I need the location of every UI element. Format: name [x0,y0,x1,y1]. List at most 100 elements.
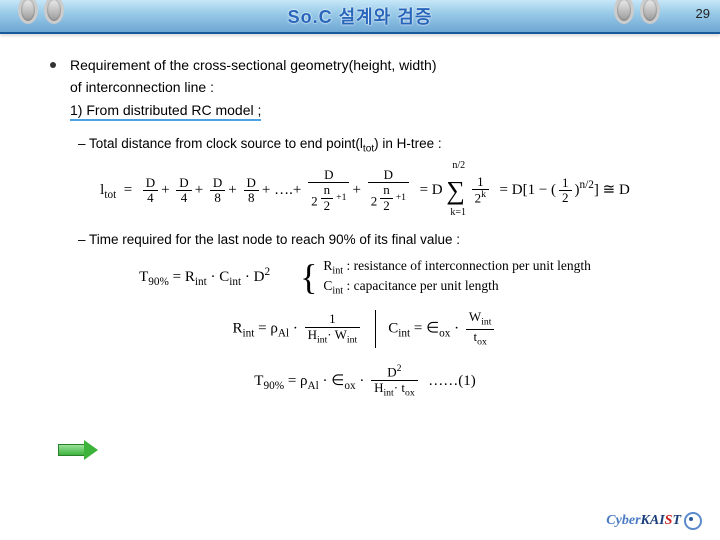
find1: · ∈ [323,373,345,389]
ring-icon [640,0,660,24]
findm: · t [394,380,405,395]
logo-t: T [672,513,681,528]
main-text-block: Requirement of the cross-sectional geome… [70,54,680,121]
f1efd: 2 [559,191,572,205]
f1dots: …. [274,182,293,198]
brace-icon: { [300,261,317,293]
page-number: 29 [696,6,710,21]
f1sumpre: = D [420,182,443,198]
divider-bar [375,310,376,348]
logo-kai: KAI [641,513,665,528]
rintd1s: int [317,334,327,345]
ring-icon [44,0,64,24]
f1sin: 1 [472,175,489,190]
f1exp: = D[1 − ( [500,182,557,198]
cinteq: = ∈ [414,321,439,337]
item-1-text: 1) From distributed RC model ; [70,102,261,121]
cintl: C [388,321,398,337]
main-line-2: of interconnection line : [70,76,680,98]
f1e6n: n [380,183,393,198]
logo-dot-icon [684,512,702,530]
cintns: int [481,317,491,328]
sub1-prefix: – Total distance from clock source to en… [78,136,363,151]
f1e5n: n [321,183,334,198]
rintd1: H [308,327,317,342]
f1d2: 4 [176,191,191,205]
slide-header: So.C 설계와 검증 29 [0,0,720,34]
f1e5d: 2 [321,199,334,213]
rintl: R [233,321,243,337]
slide-title: So.C 설계와 검증 [288,3,433,29]
finn: D [387,365,396,380]
brace-line-1: Rint : resistance of interconnection per… [323,258,591,273]
item-1: 1) From distributed RC model ; [70,99,680,121]
green-arrow-icon [58,440,98,458]
f1n1: D [143,176,158,191]
find1s: int [383,387,393,398]
formula-t90: T90% = Rint · Cint · D2 [139,263,270,291]
sub-item-1: – Total distance from clock source to en… [78,133,680,158]
t90cs: int [229,276,241,288]
f1d4: 8 [244,191,259,205]
fineps: ox [344,380,355,392]
t90de: 2 [264,266,270,278]
fineq: = ρ [288,373,308,389]
f1e6d: 2 [380,199,393,213]
t90d1: · C [211,269,230,285]
slide-page: So.C 설계와 검증 29 Requirement of the cross-… [0,0,720,540]
footer-logo: CyberKAIST [606,512,702,530]
rintdm: · W [327,327,347,342]
fintail: ……(1) [428,373,476,389]
cint: Cint = ∈ox · Winttox [388,310,497,348]
find2s: ox [405,387,415,398]
f1ee: n/2 [580,179,594,191]
brace-line-2: Cint : capacitance per unit length [323,278,498,293]
arrow-body [58,444,86,456]
f1n3: D [210,176,225,191]
finls: 90% [263,380,284,392]
f1sumup: n/2 [452,158,465,174]
t90rs: int [195,276,207,288]
bullet-dot-icon [50,62,56,68]
logo-cyber: Cyber [606,513,640,528]
cintdot: · [454,321,459,337]
f1d3: 8 [210,191,225,205]
formula-t90-row: T90% = Rint · Cint · D2 { Rint : resista… [50,257,680,299]
rintn: 1 [305,312,361,327]
slide-content: Requirement of the cross-sectional geome… [0,34,720,425]
f1d1: 4 [143,191,158,205]
formula-rint-cint: Rint = ρAl · 1Hint· Wint Cint = ∈ox · Wi… [50,310,680,348]
t90l: T [139,269,148,285]
binder-rings-right [614,0,660,24]
t90eq: = R [173,269,195,285]
rintd2s: int [347,334,357,345]
rintdot: · [293,321,298,337]
ring-icon [18,0,38,24]
rintls: int [243,328,255,340]
main-line-1: Requirement of the cross-sectional geome… [70,54,680,76]
f1e6s: +1 [396,192,406,203]
find2: · [359,373,364,389]
t90d2: · D [245,269,265,285]
sub-item-2: – Time required for the last node to rea… [78,229,680,251]
formula-final: T90% = ρAl · ∈ox · D2Hint· tox ……(1) [50,364,680,399]
f1sumlo: k=1 [450,205,466,221]
finrho: Al [308,380,319,392]
f1n4: D [244,176,259,191]
finne: 2 [397,363,402,374]
f1efn: 1 [559,176,572,191]
formula-ltot: ltot = D4+ D4+ D8+ D8+ ….+ D2n2+1+ D2n2+… [50,168,680,213]
cintn: W [469,309,481,324]
f1n2: D [176,176,191,191]
ltot-lhs-sub: tot [104,189,116,201]
cinteps: ox [439,328,450,340]
ring-icon [614,0,634,24]
f1n6: D [368,168,409,183]
rinteq: = ρ [258,321,278,337]
f1e5s: +1 [336,192,346,203]
t90ls: 90% [148,276,169,288]
sub1-sub: tot [363,144,374,155]
cintds: ox [477,336,487,347]
f1n5: D [308,168,349,183]
rint: Rint = ρAl · 1Hint· Wint [233,312,364,346]
